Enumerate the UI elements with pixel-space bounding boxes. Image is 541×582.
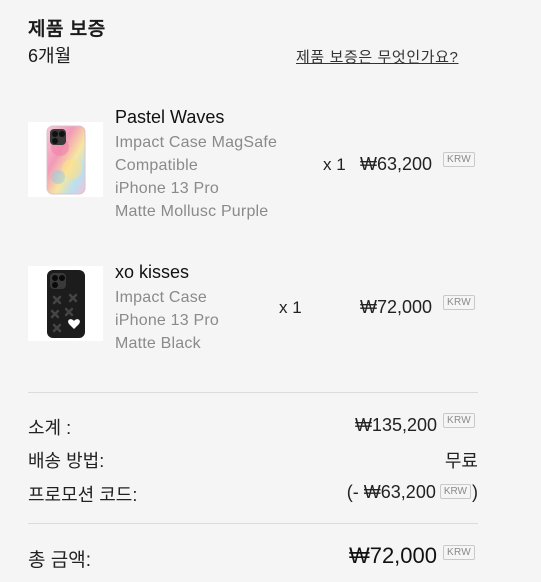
promo-suffix: ) <box>472 482 478 502</box>
divider <box>28 392 478 393</box>
subtotal-value: ₩135,200 <box>354 415 437 435</box>
currency-badge: KRW <box>439 484 471 499</box>
warranty-title: 제품 보증 <box>28 19 106 40</box>
warranty-info-link[interactable]: 제품 보증은 무엇인가요? <box>296 46 458 67</box>
product-thumbnail-xo-kisses <box>28 266 103 341</box>
promo-prefix: (- <box>346 482 364 502</box>
product-name: Pastel Waves <box>115 107 225 127</box>
product-detail-line: Compatible <box>115 157 198 174</box>
product-thumbnail-pastel-waves <box>28 122 103 197</box>
product-detail-line: Impact Case <box>115 289 208 306</box>
divider <box>28 523 478 524</box>
shipping-value: 무료 <box>444 451 478 471</box>
subtotal-label: 소계 : <box>28 418 72 438</box>
product-detail-line: Matte Mollusc Purple <box>115 203 269 220</box>
promo-discount-value: ₩63,200 <box>363 482 436 502</box>
currency-badge: KRW <box>443 545 476 560</box>
product-detail-line: Matte Black <box>115 335 201 352</box>
product-price: ₩72,000 <box>360 297 433 317</box>
promo-code-label: 프로모션 코드: <box>28 485 138 505</box>
product-detail-line: iPhone 13 Pro <box>115 312 220 329</box>
product-price: ₩63,200 <box>360 154 433 174</box>
warranty-period: 6개월 <box>28 46 72 66</box>
product-detail-line: Impact Case MagSafe <box>115 134 278 151</box>
shipping-label: 배송 방법: <box>28 451 105 471</box>
product-quantity: x 1 <box>279 298 302 317</box>
phone-case-image <box>46 125 85 194</box>
promo-discount: (- ₩63,200 KRW) <box>347 482 478 503</box>
product-detail-line: iPhone 13 Pro <box>115 180 220 197</box>
currency-badge: KRW <box>443 152 476 167</box>
product-name: xo kisses <box>115 262 190 282</box>
order-summary-panel: 제품 보증 6개월 제품 보증은 무엇인가요? Pastel Waves Imp… <box>0 0 541 582</box>
phone-case-image <box>46 269 85 338</box>
currency-badge: KRW <box>443 295 476 310</box>
currency-badge: KRW <box>443 413 476 428</box>
total-value: ₩72,000 <box>348 543 437 568</box>
product-quantity: x 1 <box>323 155 346 174</box>
total-label: 총 금액: <box>28 550 91 571</box>
